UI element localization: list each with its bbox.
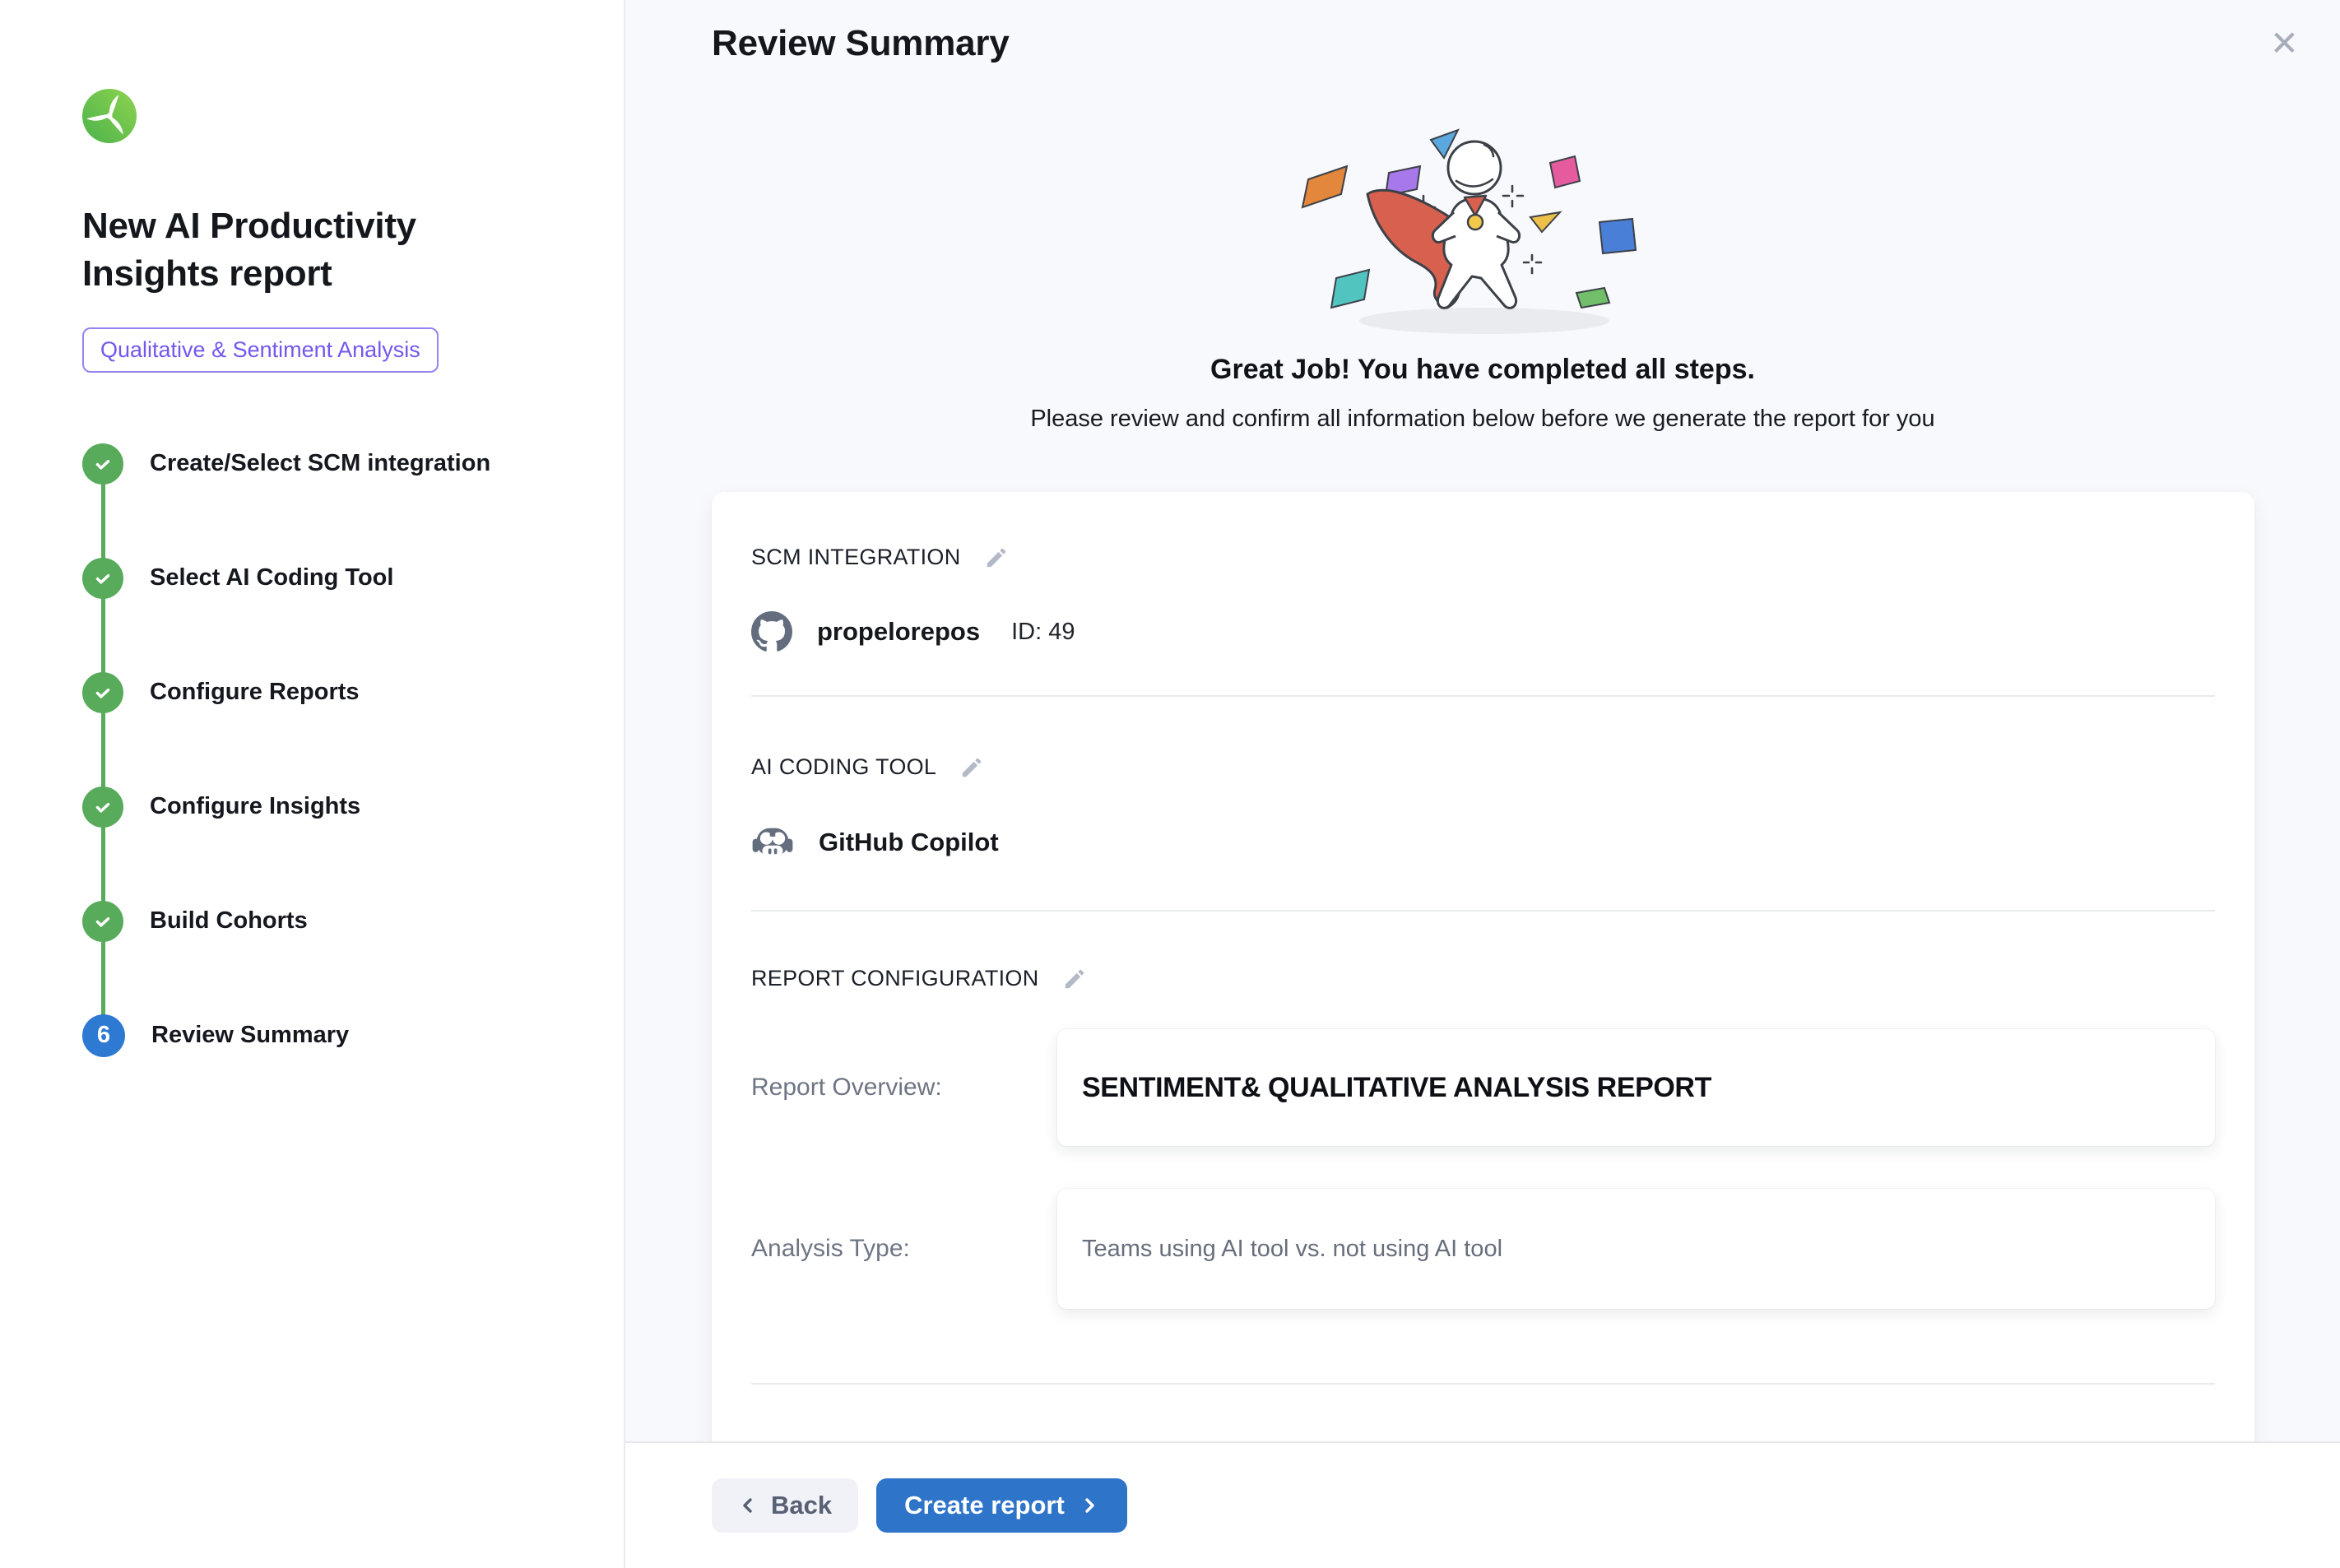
report-title: New AI Productivity Insights report xyxy=(82,202,477,298)
step-number-badge: 6 xyxy=(82,1014,125,1057)
step-configure-reports[interactable]: Configure Reports xyxy=(82,635,543,749)
wizard-footer: Back Create report xyxy=(625,1441,2340,1568)
edit-scm-button[interactable] xyxy=(984,545,1009,570)
ai-tool-section-header: AI CODING TOOL xyxy=(751,754,2215,780)
report-config-section-header: REPORT CONFIGURATION xyxy=(751,966,2215,991)
completion-heading: Great Job! You have completed all steps. xyxy=(625,354,2340,386)
step-label: Select AI Coding Tool xyxy=(150,564,393,591)
scm-integration-id: ID: 49 xyxy=(1011,619,1075,646)
wizard-steps: Create/Select SCM integration Select AI … xyxy=(82,406,543,1092)
scm-section-header: SCM INTEGRATION xyxy=(751,545,2215,570)
step-select-ai-tool[interactable]: Select AI Coding Tool xyxy=(82,521,543,635)
ai-tool-name: GitHub Copilot xyxy=(819,828,999,857)
completion-hero: Great Job! You have completed all steps.… xyxy=(625,115,2340,433)
panel-header: Review Summary ✕ xyxy=(625,0,2340,82)
ai-tool-row: GitHub Copilot xyxy=(751,821,2215,864)
edit-report-config-button[interactable] xyxy=(1062,967,1087,991)
scm-integration-name: propelorepos xyxy=(817,617,980,647)
step-label: Configure Insights xyxy=(150,793,360,820)
analysis-type-row: Analysis Type: Teams using AI tool vs. n… xyxy=(751,1189,2215,1309)
analysis-type-value: Teams using AI tool vs. not using AI too… xyxy=(1082,1236,1502,1263)
pencil-icon xyxy=(1062,967,1087,991)
celebration-illustration xyxy=(1269,115,1697,346)
step-create-select-scm[interactable]: Create/Select SCM integration xyxy=(82,406,543,521)
completion-subheading: Please review and confirm all informatio… xyxy=(625,406,2340,433)
close-icon[interactable]: ✕ xyxy=(2265,21,2304,66)
step-label: Review Summary xyxy=(151,1022,349,1049)
github-icon xyxy=(751,611,792,652)
wizard-sidebar: New AI Productivity Insights report Qual… xyxy=(0,0,625,1568)
step-check-icon xyxy=(82,901,123,942)
step-review-summary[interactable]: 6 Review Summary xyxy=(82,978,543,1092)
propeller-logo-icon xyxy=(82,89,137,143)
back-button[interactable]: Back xyxy=(712,1478,858,1533)
step-check-icon xyxy=(82,558,123,599)
analysis-type-value-box: Teams using AI tool vs. not using AI too… xyxy=(1057,1189,2215,1309)
step-check-icon xyxy=(82,443,123,485)
report-config-section-label: REPORT CONFIGURATION xyxy=(751,966,1039,991)
step-label: Build Cohorts xyxy=(150,907,308,935)
chevron-right-icon xyxy=(1079,1496,1099,1515)
analysis-type-badge: Qualitative & Sentiment Analysis xyxy=(82,327,439,373)
step-build-cohorts[interactable]: Build Cohorts xyxy=(82,864,543,978)
review-summary-panel: Review Summary ✕ xyxy=(625,0,2340,1441)
section-divider xyxy=(751,695,2215,697)
section-divider xyxy=(751,910,2215,912)
report-overview-value: SENTIMENT& QUALITATIVE ANALYSIS REPORT xyxy=(1082,1072,1711,1104)
step-check-icon xyxy=(82,786,123,828)
edit-ai-tool-button[interactable] xyxy=(959,755,984,780)
step-configure-insights[interactable]: Configure Insights xyxy=(82,749,543,864)
analysis-type-label: Analysis Type: xyxy=(751,1235,1057,1263)
step-check-icon xyxy=(82,672,123,713)
report-overview-label: Report Overview: xyxy=(751,1074,1057,1102)
pencil-icon xyxy=(984,545,1009,570)
scm-section-label: SCM INTEGRATION xyxy=(751,545,961,570)
page-title: Review Summary xyxy=(712,23,1010,64)
scm-integration-row: propelorepos ID: 49 xyxy=(751,611,2215,652)
github-copilot-icon xyxy=(751,821,794,864)
step-label: Create/Select SCM integration xyxy=(150,450,490,477)
summary-card: SCM INTEGRATION propelorepos ID: 49 AI C… xyxy=(712,492,2254,1441)
report-overview-row: Report Overview: SENTIMENT& QUALITATIVE … xyxy=(751,1029,2215,1146)
pencil-icon xyxy=(959,755,984,780)
back-button-label: Back xyxy=(771,1491,832,1520)
chevron-left-icon xyxy=(738,1496,758,1515)
report-overview-value-box: SENTIMENT& QUALITATIVE ANALYSIS REPORT xyxy=(1057,1029,2215,1146)
create-report-button[interactable]: Create report xyxy=(876,1478,1127,1533)
create-report-button-label: Create report xyxy=(904,1491,1065,1520)
ai-tool-section-label: AI CODING TOOL xyxy=(751,754,936,780)
step-label: Configure Reports xyxy=(150,679,360,706)
section-divider xyxy=(751,1383,2215,1385)
